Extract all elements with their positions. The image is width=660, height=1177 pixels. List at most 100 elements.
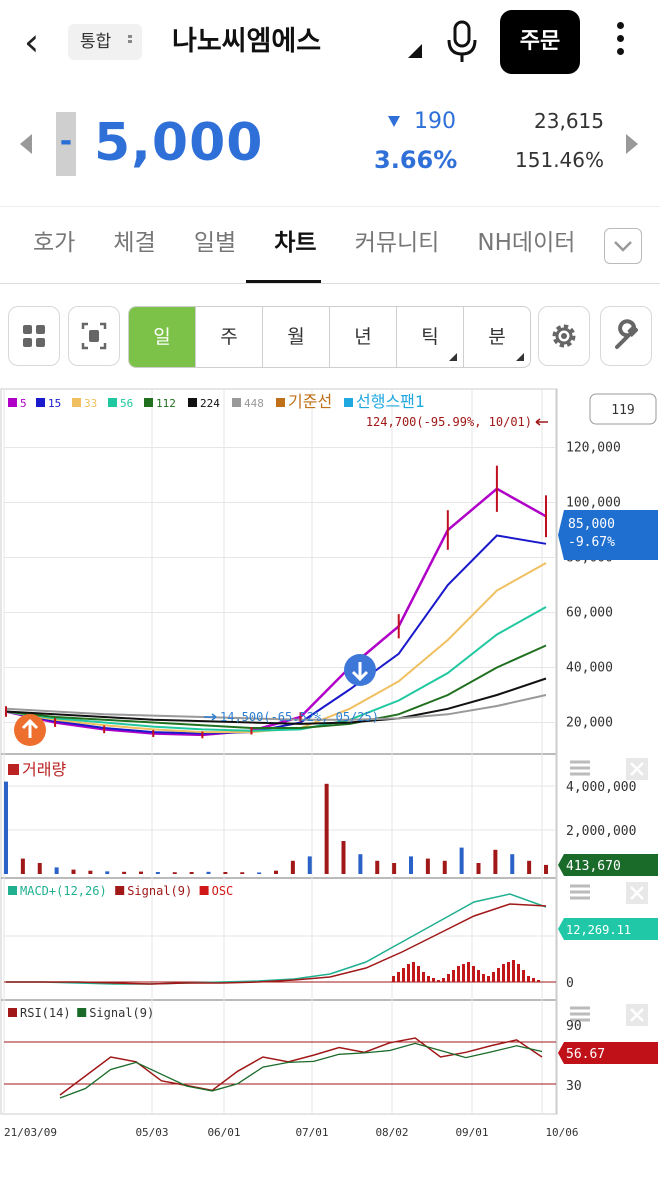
rsi-legend-label: Signal(9): [89, 1006, 154, 1020]
osc-bar: [412, 962, 415, 982]
legend-swatch: [344, 398, 353, 407]
price-sign: -: [56, 112, 76, 176]
osc-bar: [532, 978, 535, 982]
period-day-label: 일: [153, 326, 171, 348]
current-price-tag-pct: -9.67%: [568, 535, 615, 550]
divider: [0, 283, 660, 284]
volume-y-tick-label: 4,000,000: [566, 780, 636, 795]
chevron-down-icon[interactable]: [604, 228, 642, 264]
volume-bar: [425, 858, 430, 874]
volume-bar: [476, 863, 481, 874]
volume-bar: [240, 872, 245, 874]
layout-grid-button[interactable]: [8, 306, 60, 366]
period-minute[interactable]: 분: [464, 307, 530, 367]
tab-community[interactable]: 커뮤니티: [355, 216, 440, 270]
legend-swatch: [8, 398, 17, 407]
legend-label: 5: [20, 397, 27, 410]
period-month-label: 월: [287, 326, 305, 348]
osc-bar: [477, 970, 480, 982]
volume-bar: [54, 867, 59, 874]
period-year-label: 년: [354, 326, 372, 348]
osc-bar: [417, 966, 420, 982]
tools-button[interactable]: [600, 306, 652, 366]
volume-bar: [88, 870, 93, 874]
osc-bar: [402, 968, 405, 982]
osc-bar: [512, 960, 515, 982]
osc-bar: [507, 962, 510, 982]
macd-legend-label: MACD+(12,26): [20, 884, 107, 898]
tab-daily[interactable]: 일별: [194, 216, 236, 270]
volume-bar: [189, 872, 194, 874]
osc-bar: [407, 964, 410, 982]
macd-legend-label: Signal(9): [127, 884, 192, 898]
volume-bar: [290, 860, 295, 874]
legend-swatch: [72, 398, 81, 407]
gear-icon: [552, 324, 576, 348]
period-day[interactable]: 일: [129, 307, 196, 367]
tab-fade: [570, 216, 606, 270]
grid-icon: [23, 325, 45, 347]
period-week[interactable]: 주: [196, 307, 263, 367]
tab-nh-data[interactable]: NH데이터: [477, 216, 575, 270]
x-axis-date-label: 09/01: [455, 1126, 488, 1139]
period-week-label: 주: [220, 326, 238, 348]
corner-triangle-icon: [449, 353, 457, 361]
legend-swatch: [144, 398, 153, 407]
macd-legend-swatch: [8, 886, 17, 895]
volume-bar: [409, 856, 413, 874]
capture-button[interactable]: [68, 306, 120, 366]
microphone-icon[interactable]: [446, 20, 478, 64]
order-button[interactable]: 주문: [500, 10, 580, 74]
rsi-y-tick-label: 90: [566, 1019, 582, 1034]
ma-line-33: [5, 562, 547, 734]
stock-chart[interactable]: 21/03/09 05/03 06/01 07/01 08/02 09/01 10/06 12…: [0, 388, 660, 1148]
osc-bar: [467, 962, 470, 982]
market-badge[interactable]: 통합: [68, 24, 142, 60]
volume-bar: [105, 871, 110, 874]
chart-frame: [0, 388, 558, 1115]
osc-bar: [447, 974, 450, 982]
volume-legend-label: 거래량: [22, 760, 66, 779]
stock-name[interactable]: 나노씨엠에스: [172, 22, 321, 62]
period-selector: 일 주 월 년 틱 분: [128, 306, 531, 368]
volume-bar: [71, 869, 76, 874]
volume-legend-swatch: [8, 764, 19, 775]
period-tick[interactable]: 틱: [397, 307, 464, 367]
count-badge-label: 119: [611, 403, 634, 418]
next-stock-arrow-icon[interactable]: [626, 134, 638, 154]
price-y-tick-label: 100,000: [566, 496, 621, 511]
back-button[interactable]: ‹: [24, 22, 60, 62]
wrench-icon: [615, 319, 638, 349]
volume-bar: [37, 863, 42, 874]
stock-dropdown-icon[interactable]: [408, 44, 422, 58]
previous-stock-arrow-icon[interactable]: [20, 134, 32, 154]
settings-button[interactable]: [538, 306, 590, 366]
volume-bar: [375, 860, 380, 874]
volume-bar: [4, 781, 8, 874]
tab-orderbook[interactable]: 호가: [33, 216, 75, 270]
volume-bar: [223, 872, 228, 874]
volume-bar: [358, 854, 363, 874]
more-menu-icon[interactable]: [614, 22, 626, 62]
tab-trades[interactable]: 체결: [113, 216, 155, 270]
high-price-annotation: 124,700(-95.99%, 10/01): [366, 415, 532, 429]
price-y-tick-label: 20,000: [566, 716, 613, 731]
panel-menu-icon: [570, 760, 590, 776]
legend-label: 448: [244, 397, 264, 410]
volume-bar: [307, 856, 312, 874]
legend-label: 기준선: [288, 392, 332, 411]
legend-label: 33: [84, 397, 97, 410]
macd-legend-swatch: [199, 886, 209, 895]
period-month[interactable]: 월: [263, 307, 330, 367]
price-change-percent: 3.66%: [374, 146, 458, 174]
x-axis-date-label: 08/02: [375, 1126, 408, 1139]
osc-bar: [487, 976, 490, 982]
legend-label: 선행스팬1: [356, 392, 425, 411]
volume-bar: [172, 872, 177, 874]
osc-bar: [502, 964, 505, 982]
period-year[interactable]: 년: [330, 307, 397, 367]
price-y-tick-label: 120,000: [566, 441, 621, 456]
low-arrow-icon: [204, 713, 217, 721]
osc-bar: [427, 976, 430, 982]
tab-chart[interactable]: 차트: [274, 216, 316, 270]
